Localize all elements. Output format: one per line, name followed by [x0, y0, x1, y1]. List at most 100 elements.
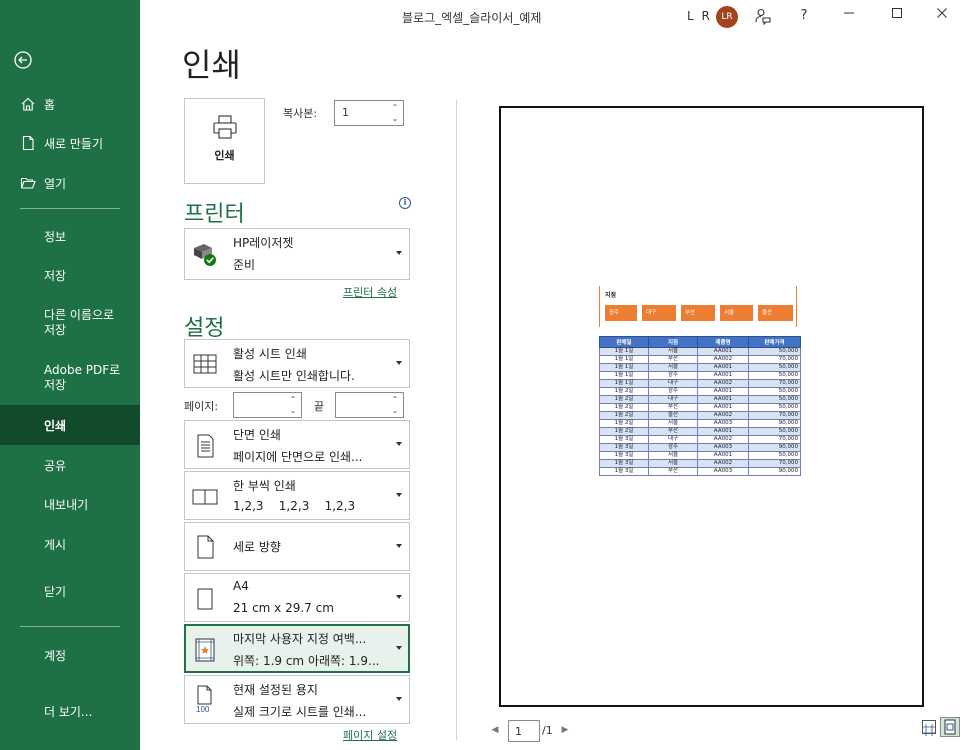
spin-up-icon[interactable]: ⌃ — [390, 394, 400, 405]
table-cell: 부산 — [648, 355, 698, 364]
nav-save-as[interactable]: 다른 이름으로 저장 — [0, 308, 140, 338]
chevron-down-icon — [396, 696, 402, 701]
maximize-button[interactable] — [885, 5, 909, 27]
table-cell: 1월 2일 — [599, 411, 649, 420]
printer-status: 준비 — [233, 258, 256, 272]
print-button[interactable]: 인쇄 — [184, 98, 265, 184]
spin-down-icon[interactable]: ⌄ — [288, 405, 298, 416]
print-preview-page: 지점 광주 대구 부산 서울 울산 판매일 지점 제품명 판매가격 1월 1일 서… — [499, 106, 924, 707]
sides-dropdown[interactable]: 단면 인쇄 페이지에 단면으로 인쇄... — [184, 420, 410, 469]
table-row: 1월 1일 부산 AA002 70,000 — [599, 355, 801, 364]
column-header: 제품명 — [697, 336, 749, 348]
table-cell: 부산 — [648, 467, 698, 476]
nav-export[interactable]: 내보내기 — [0, 498, 140, 514]
table-cell: 1월 3일 — [599, 451, 649, 460]
table-cell: 서울 — [648, 451, 698, 460]
slicer-chip: 광주 — [605, 305, 637, 321]
info-icon[interactable]: i — [399, 197, 411, 209]
nav-more[interactable]: 더 보기... — [0, 705, 140, 721]
table-cell: 50,000 — [748, 451, 801, 460]
portrait-page-icon — [192, 534, 218, 560]
table-row: 1월 2일 울산 AA002 70,000 — [599, 411, 801, 420]
show-margins-icon[interactable] — [922, 720, 936, 736]
table-cell: 1월 2일 — [599, 403, 649, 412]
table-cell: 1월 1일 — [599, 363, 649, 372]
svg-text:100: 100 — [196, 705, 210, 714]
table-cell: 1월 2일 — [599, 427, 649, 436]
printer-dropdown[interactable]: HP레이저젯 준비 — [184, 228, 410, 280]
chevron-down-icon — [396, 441, 402, 446]
slicer-chip: 대구 — [642, 305, 676, 321]
nav-open[interactable]: 열기 — [0, 175, 140, 191]
print-what-dropdown[interactable]: 활성 시트 인쇄 활성 시트만 인쇄합니다. — [184, 339, 410, 388]
copies-value: 1 — [342, 106, 349, 119]
table-row: 1월 2일 부산 AA001 50,000 — [599, 427, 801, 436]
nav-info[interactable]: 정보 — [0, 230, 140, 246]
spin-up-icon[interactable]: ⌃ — [390, 102, 400, 113]
table-cell: 50,000 — [748, 403, 801, 412]
page-setup-link[interactable]: 페이지 설정 — [343, 727, 397, 743]
scaling-dropdown[interactable]: 100 현재 설정된 용지 실제 크기로 시트를 인쇄... — [184, 675, 410, 724]
paper-size-dropdown[interactable]: A4 21 cm x 29.7 cm — [184, 573, 410, 622]
printer-name: HP레이저젯 — [233, 236, 294, 250]
table-cell: 울산 — [648, 411, 698, 420]
help-button[interactable]: ? — [792, 5, 816, 27]
nav-save[interactable]: 저장 — [0, 269, 140, 285]
chevron-down-icon — [396, 594, 402, 599]
table-row: 1월 3일 광주 AA003 90,000 — [599, 443, 801, 452]
zoom-to-page-icon[interactable] — [940, 717, 960, 737]
table-cell: 90,000 — [748, 443, 801, 452]
printer-properties-link[interactable]: 프린터 속성 — [343, 284, 397, 300]
nav-home[interactable]: 홈 — [0, 96, 140, 112]
table-cell: 50,000 — [748, 395, 801, 404]
table-cell: 50,000 — [748, 347, 801, 356]
nav-publish[interactable]: 게시 — [0, 538, 140, 554]
current-page-input[interactable]: 1 — [508, 720, 540, 742]
page-to-input[interactable]: ⌃ ⌄ — [335, 392, 404, 418]
spin-down-icon[interactable]: ⌄ — [390, 113, 400, 124]
table-cell: 50,000 — [748, 387, 801, 396]
copies-stepper[interactable]: 1 ⌃ ⌄ — [334, 100, 404, 126]
slicer-chip: 부산 — [681, 305, 715, 321]
table-cell: 1월 3일 — [599, 435, 649, 444]
table-cell: 부산 — [648, 403, 698, 412]
table-cell: 70,000 — [748, 411, 801, 420]
avatar[interactable]: LR — [716, 6, 738, 28]
nav-close[interactable]: 닫기 — [0, 585, 140, 601]
user-name: L R — [687, 9, 712, 23]
nav-print[interactable]: 인쇄 — [0, 405, 140, 445]
table-row: 1월 1일 서울 AA001 50,000 — [599, 363, 801, 372]
nav-share[interactable]: 공유 — [0, 459, 140, 475]
back-button[interactable] — [10, 47, 36, 73]
orientation-dropdown[interactable]: 세로 방향 — [184, 522, 410, 571]
chevron-down-icon — [396, 251, 402, 255]
nav-separator — [20, 208, 120, 209]
nav-save-as-pdf[interactable]: Adobe PDF로 저장 — [0, 363, 140, 393]
table-row: 1월 1일 대구 AA002 70,000 — [599, 379, 801, 388]
maximize-icon — [892, 8, 902, 18]
spin-down-icon[interactable]: ⌄ — [390, 405, 400, 416]
table-cell: AA001 — [697, 387, 749, 396]
table-cell: 서울 — [648, 459, 698, 468]
table-cell: AA003 — [697, 443, 749, 452]
previous-page-icon[interactable]: ◀ — [490, 723, 500, 737]
total-pages: /1 — [542, 724, 553, 737]
collation-dropdown[interactable]: 한 부씩 인쇄 1,2,3 1,2,3 1,2,3 — [184, 471, 410, 520]
table-cell: AA002 — [697, 435, 749, 444]
minimize-button[interactable] — [837, 5, 861, 27]
comment-feedback-icon[interactable] — [751, 5, 775, 27]
home-icon — [20, 96, 36, 112]
spin-up-icon[interactable]: ⌃ — [288, 394, 298, 405]
next-page-icon[interactable]: ▶ — [560, 723, 570, 737]
table-cell: 90,000 — [748, 419, 801, 428]
table-cell: 광주 — [648, 387, 698, 396]
table-cell: AA001 — [697, 451, 749, 460]
nav-account[interactable]: 계정 — [0, 649, 140, 665]
margins-dropdown[interactable]: 마지막 사용자 지정 여백... 위쪽: 1.9 cm 아래쪽: 1.9... — [184, 624, 410, 673]
close-button[interactable] — [930, 5, 954, 27]
table-row: 1월 1일 광주 AA001 50,000 — [599, 371, 801, 380]
nav-new[interactable]: 새로 만들기 — [0, 135, 140, 151]
table-cell: 50,000 — [748, 363, 801, 372]
page-from-input[interactable]: ⌃ ⌄ — [233, 392, 302, 418]
table-header-row: 판매일 지점 제품명 판매가격 — [599, 336, 801, 348]
